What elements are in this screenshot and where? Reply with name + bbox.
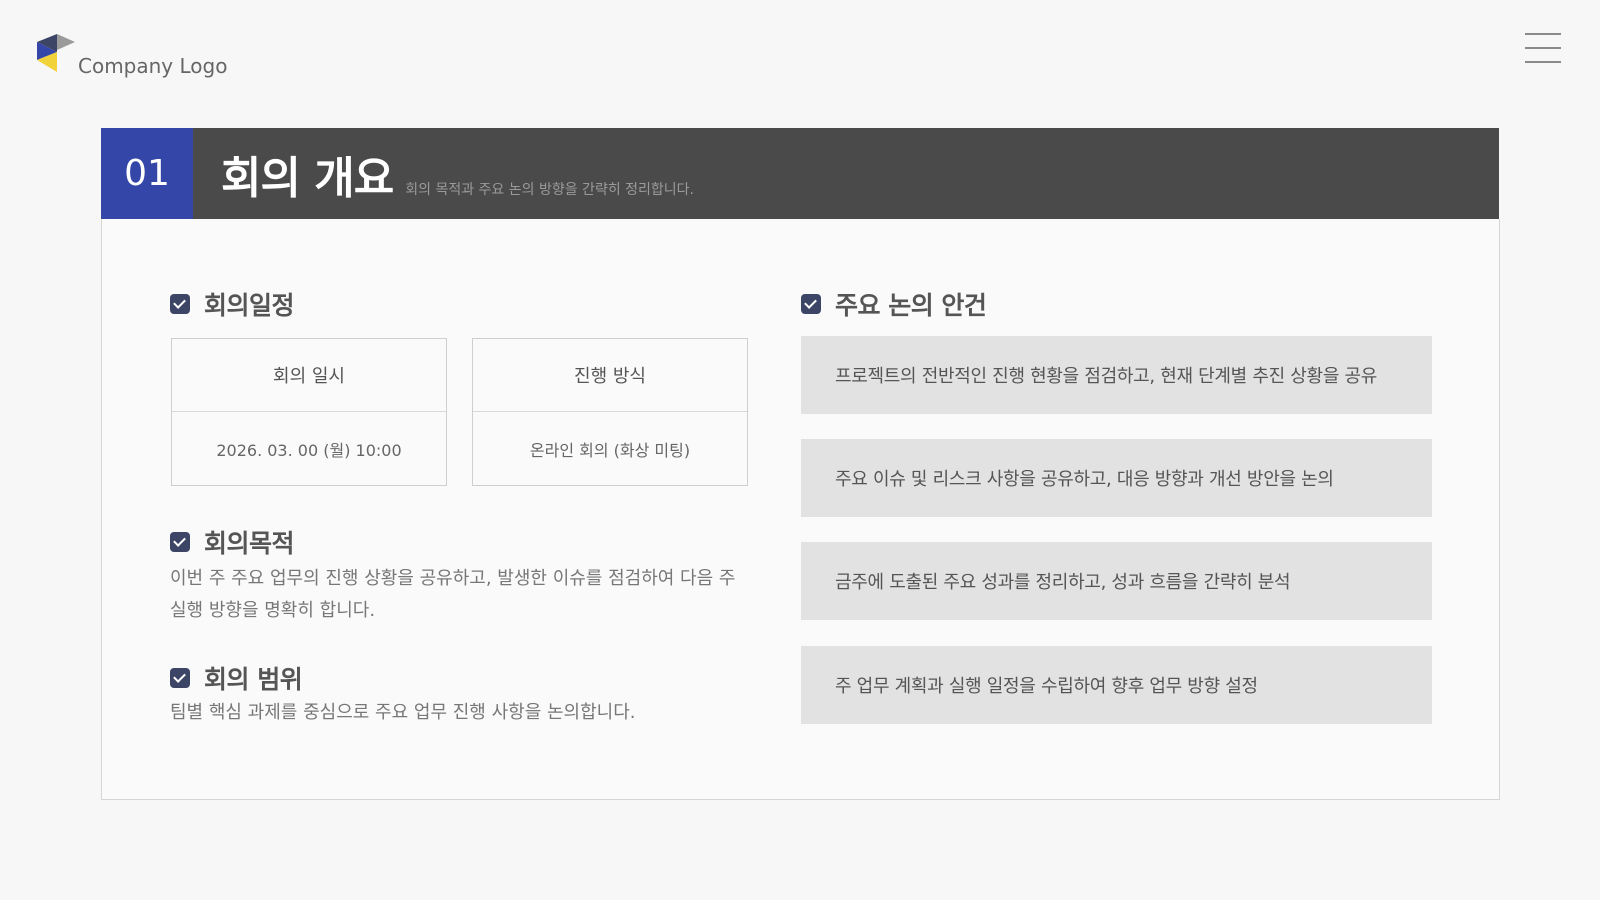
schedule-title: 회의일정 bbox=[204, 291, 295, 320]
purpose-heading: 회의목적 bbox=[170, 524, 295, 560]
check-icon bbox=[170, 532, 190, 552]
agenda-heading: 주요 논의 안건 bbox=[801, 286, 987, 322]
info-box-value: 2026. 03. 00 (월) 10:00 bbox=[216, 440, 402, 460]
agenda-item: 주 업무 계획과 실행 일정을 수립하여 향후 업무 방향 설정 bbox=[801, 646, 1432, 724]
info-box-label: 회의 일시 bbox=[172, 339, 446, 412]
purpose-line: 이번 주 주요 업무의 진행 상황을 공유하고, 발생한 이슈를 점검하여 다음… bbox=[170, 568, 736, 589]
agenda-item: 주요 이슈 및 리스크 사항을 공유하고, 대응 방향과 개선 방안을 논의 bbox=[801, 439, 1432, 517]
info-box-datetime: 회의 일시 2026. 03. 00 (월) 10:00 bbox=[171, 338, 447, 486]
purpose-text: 이번 주 주요 업무의 진행 상황을 공유하고, 발생한 이슈를 점검하여 다음… bbox=[170, 563, 770, 627]
purpose-title: 회의목적 bbox=[204, 529, 295, 558]
hamburger-menu-icon[interactable] bbox=[1525, 33, 1561, 63]
check-icon bbox=[801, 294, 821, 314]
logo-icon bbox=[37, 34, 75, 72]
section-title: 회의 개요 bbox=[221, 152, 394, 204]
scope-heading: 회의 범위 bbox=[170, 660, 303, 696]
scope-text: 팀별 핵심 과제를 중심으로 주요 업무 진행 사항을 논의합니다. bbox=[170, 702, 636, 723]
purpose-line: 실행 방향을 명확히 합니다. bbox=[170, 600, 376, 621]
agenda-item: 프로젝트의 전반적인 진행 현황을 점검하고, 현재 단계별 추진 상황을 공유 bbox=[801, 336, 1432, 414]
info-box-value: 온라인 회의 (화상 미팅) bbox=[529, 440, 691, 460]
scope-title: 회의 범위 bbox=[204, 665, 303, 694]
info-box-method: 진행 방식 온라인 회의 (화상 미팅) bbox=[472, 338, 748, 486]
agenda-item: 금주에 도출된 주요 성과를 정리하고, 성과 흐름을 간략히 분석 bbox=[801, 542, 1432, 620]
check-icon bbox=[170, 668, 190, 688]
check-icon bbox=[170, 294, 190, 314]
agenda-title: 주요 논의 안건 bbox=[835, 291, 987, 320]
schedule-heading: 회의일정 bbox=[170, 286, 295, 322]
logo-text: Company Logo bbox=[78, 54, 228, 78]
section-subtitle: 회의 목적과 주요 논의 방향을 간략히 정리합니다. bbox=[405, 181, 695, 198]
company-logo: Company Logo bbox=[37, 34, 227, 78]
info-box-label: 진행 방식 bbox=[473, 339, 747, 412]
section-header: 01 회의 개요 회의 목적과 주요 논의 방향을 간략히 정리합니다. bbox=[101, 128, 1499, 219]
section-number: 01 bbox=[101, 128, 193, 219]
